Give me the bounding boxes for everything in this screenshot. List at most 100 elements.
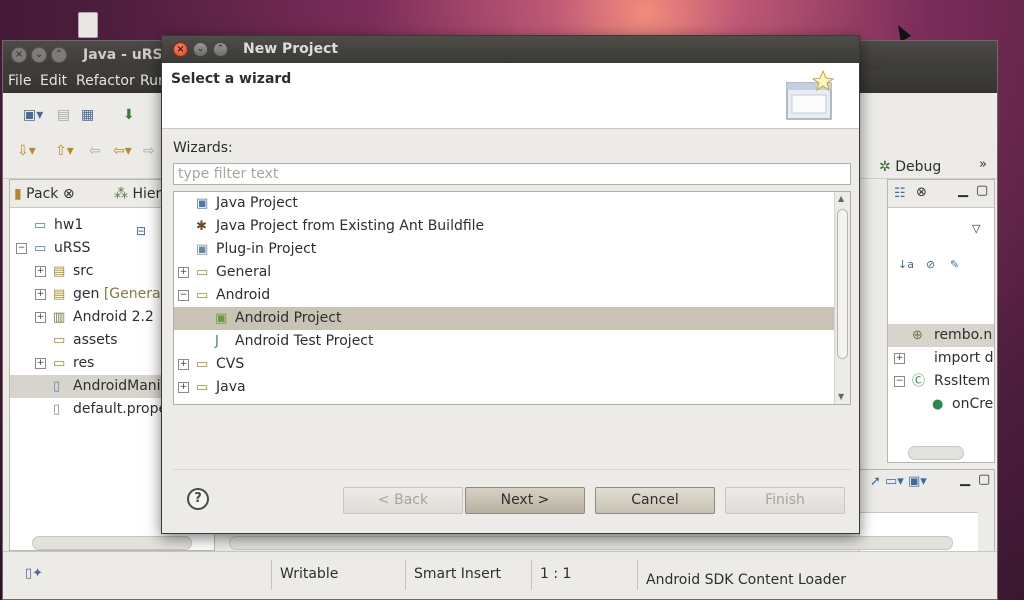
forward-icon[interactable]: ⇨ bbox=[143, 143, 155, 159]
expand-icon[interactable]: + bbox=[178, 359, 189, 370]
debug-perspective-button[interactable]: ✲ Debug bbox=[879, 159, 941, 175]
prev-annotation-icon[interactable]: ⇧▾ bbox=[55, 143, 74, 159]
help-icon[interactable]: ? bbox=[187, 488, 209, 510]
console-minimize-icon[interactable]: ▁ bbox=[960, 472, 970, 487]
collapse-icon[interactable]: − bbox=[16, 243, 27, 254]
expand-icon[interactable]: + bbox=[35, 358, 46, 369]
fast-view-icon[interactable]: ▯✦ bbox=[25, 566, 43, 581]
outline-panel: ☷ ⊗ ▁ ▢ ▽ ↓a ⊘ ✎ ⊕ rembo.n + import d − Ⓒ RssI… bbox=[887, 179, 995, 463]
bug-icon: ✲ bbox=[879, 159, 891, 175]
close-outline-icon[interactable]: ⊗ bbox=[916, 185, 927, 200]
outline-row[interactable]: ⊕ rembo.n bbox=[888, 324, 994, 347]
menu-file[interactable]: File bbox=[8, 73, 31, 89]
eclipse-minimize-icon[interactable]: ⌄ bbox=[31, 47, 47, 63]
new-project-dialog: × ⌄ ⌃ New Project Select a wizard Wizard… bbox=[161, 35, 860, 534]
package-item-label: gen [Generate bbox=[73, 286, 175, 302]
outline-item-icon: Ⓒ bbox=[912, 374, 926, 389]
dialog-close-icon[interactable]: × bbox=[173, 42, 188, 57]
wizard-item-row[interactable]: + ▭ General bbox=[174, 261, 835, 284]
print-icon[interactable]: ▦ bbox=[81, 107, 94, 123]
xml-file-icon: ▯ bbox=[53, 379, 61, 394]
scroll-up-icon[interactable]: ▲ bbox=[838, 194, 844, 203]
outline-row[interactable]: ● onCre bbox=[888, 393, 994, 416]
package-item-label: res bbox=[73, 355, 95, 371]
wizard-item-row[interactable]: ▣ Java Project bbox=[174, 192, 835, 215]
scrollbar-thumb[interactable] bbox=[837, 209, 848, 359]
wizard-item-row[interactable]: ▣ Plug-in Project bbox=[174, 238, 835, 261]
editor-hscroll[interactable] bbox=[229, 536, 953, 550]
dialog-separator bbox=[173, 469, 851, 470]
outline-item-icon: ⊕ bbox=[912, 328, 923, 343]
package-item-label: src bbox=[73, 263, 94, 279]
console-maximize-icon[interactable]: ▢ bbox=[978, 472, 990, 487]
maximize-view-icon[interactable]: ▢ bbox=[976, 183, 988, 198]
view-menu-icon[interactable]: ▽ bbox=[972, 222, 980, 235]
close-tab-icon[interactable]: ⊗ bbox=[63, 186, 75, 202]
wizard-list-scrollbar[interactable]: ▲ ▼ bbox=[834, 192, 850, 404]
eclipse-window-title: Java - uRSS bbox=[83, 47, 173, 63]
wizard-item-row[interactable]: − ▭ Android bbox=[174, 284, 835, 307]
wizard-item-row[interactable]: ▣ Android Project bbox=[174, 307, 835, 330]
finish-button[interactable]: Finish bbox=[725, 487, 845, 514]
file-icon: ▯ bbox=[53, 402, 61, 417]
project-icon: ▭ bbox=[34, 241, 47, 256]
back-icon[interactable]: ⇦▾ bbox=[113, 143, 132, 159]
eclipse-close-icon[interactable]: × bbox=[11, 47, 27, 63]
outline-row[interactable]: + import d bbox=[888, 347, 994, 370]
more-perspectives-icon[interactable]: » bbox=[979, 157, 987, 172]
new-wizard-banner-icon bbox=[786, 69, 835, 120]
next-button[interactable]: Next > bbox=[465, 487, 585, 514]
cancel-button[interactable]: Cancel bbox=[595, 487, 715, 514]
expand-icon[interactable]: + bbox=[894, 353, 905, 364]
outline-label: RssItem bbox=[934, 373, 991, 389]
wizard-item-row[interactable]: J Android Test Project bbox=[174, 330, 835, 353]
minimize-view-icon[interactable]: ▁ bbox=[958, 183, 968, 198]
download-icon[interactable]: ⬇ bbox=[123, 107, 135, 123]
dialog-minimize-icon[interactable]: ⌄ bbox=[193, 42, 208, 57]
mouse-cursor-icon bbox=[892, 22, 912, 42]
source-folder-icon: ▤ bbox=[53, 287, 66, 302]
outline-tabbar: ☷ ⊗ ▁ ▢ bbox=[888, 180, 994, 208]
wizards-label: Wizards: bbox=[173, 140, 233, 156]
wizard-item-row[interactable]: ✱ Java Project from Existing Ant Buildfil… bbox=[174, 215, 835, 238]
package-hscroll[interactable] bbox=[32, 536, 192, 550]
next-annotation-icon[interactable]: ⇩▾ bbox=[17, 143, 36, 159]
dialog-titlebar: × ⌄ ⌃ New Project bbox=[162, 36, 859, 63]
menu-edit[interactable]: Edit bbox=[40, 73, 67, 89]
console-toolbar-icon[interactable]: ➚ ▭▾ ▣▾ bbox=[870, 474, 927, 489]
hide-fields-icon[interactable]: ⊘ bbox=[926, 258, 935, 271]
menu-refactor[interactable]: Refactor bbox=[76, 73, 135, 89]
tab-package-explorer[interactable]: ▮ Pack ⊗ bbox=[14, 186, 75, 202]
wizard-item-label: General bbox=[216, 264, 272, 280]
scroll-down-icon[interactable]: ▼ bbox=[838, 392, 844, 401]
wizard-item-row[interactable]: + ▭ CVS bbox=[174, 353, 835, 376]
save-icon[interactable]: ▤ bbox=[57, 107, 70, 123]
expand-icon[interactable]: + bbox=[35, 266, 46, 277]
collapse-icon[interactable]: − bbox=[894, 376, 905, 387]
last-edit-icon[interactable]: ⇦ bbox=[89, 143, 101, 159]
expand-icon[interactable]: + bbox=[178, 382, 189, 393]
expand-icon[interactable]: + bbox=[35, 289, 46, 300]
new-wizard-icon[interactable]: ▣▾ bbox=[23, 107, 43, 123]
package-item-label: Android 2.2 bbox=[73, 309, 154, 325]
outline-icon[interactable]: ☷ bbox=[894, 186, 906, 201]
dialog-maximize-icon[interactable]: ⌃ bbox=[213, 42, 228, 57]
hide-static-icon[interactable]: ✎ bbox=[950, 258, 959, 271]
expand-icon[interactable]: + bbox=[35, 312, 46, 323]
wizard-item-row[interactable]: + ▭ Java bbox=[174, 376, 835, 399]
status-loader: Android SDK Content Loader bbox=[646, 572, 846, 588]
back-button[interactable]: < Back bbox=[343, 487, 463, 514]
outline-row[interactable]: − Ⓒ RssItem bbox=[888, 370, 994, 393]
outline-label: rembo.n bbox=[934, 327, 993, 343]
package-item-label: assets bbox=[73, 332, 118, 348]
eclipse-maximize-icon[interactable]: ⌃ bbox=[51, 47, 67, 63]
usb-drive-icon[interactable] bbox=[78, 12, 98, 38]
expand-icon[interactable]: + bbox=[178, 267, 189, 278]
sort-icon[interactable]: ↓a bbox=[898, 258, 914, 271]
dialog-header: Select a wizard bbox=[162, 63, 859, 129]
outline-item-icon: ● bbox=[932, 397, 944, 412]
wizard-filter-input[interactable] bbox=[173, 163, 851, 185]
outline-hscroll[interactable] bbox=[908, 446, 964, 460]
collapse-icon[interactable]: − bbox=[178, 290, 189, 301]
ant-icon: ✱ bbox=[196, 219, 207, 234]
